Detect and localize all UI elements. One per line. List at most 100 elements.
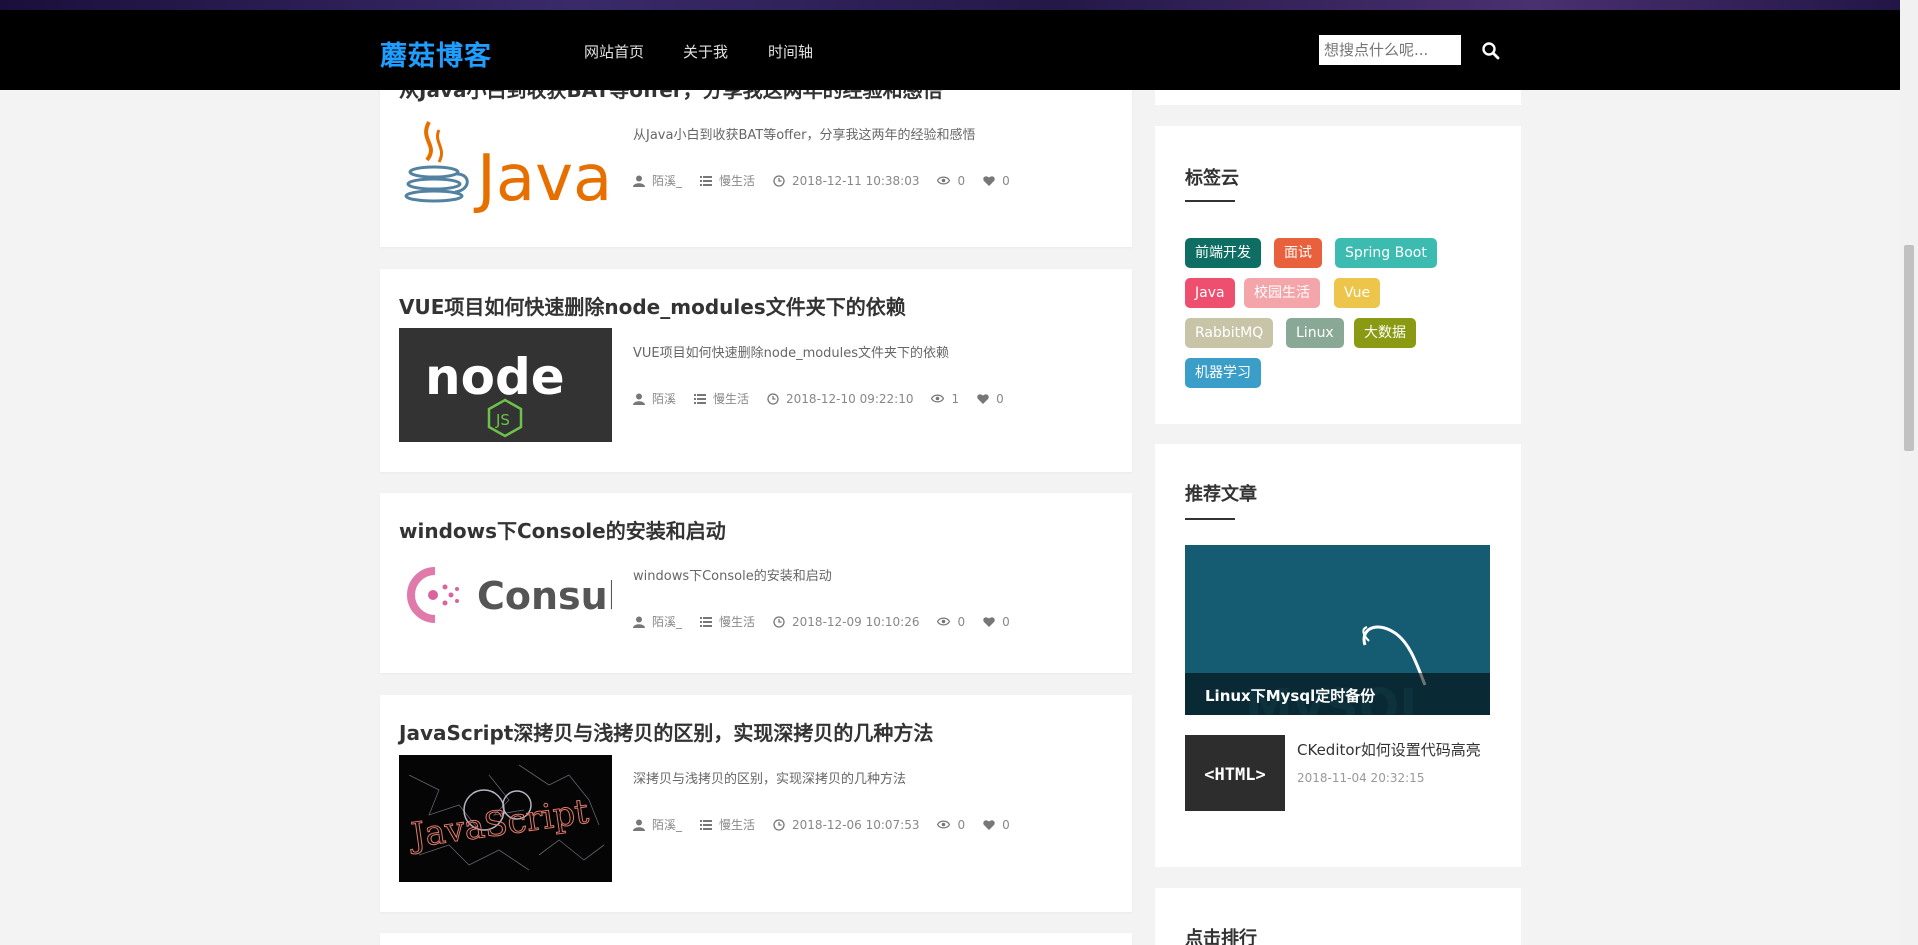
meta-category[interactable]: 慢生活 bbox=[700, 172, 755, 189]
article-meta: 陌溪_ 慢生活 2018-12-09 10:10:26 0 0 bbox=[633, 613, 1028, 630]
view-count: 1 bbox=[951, 391, 960, 406]
list-icon bbox=[700, 175, 713, 186]
nav-about[interactable]: 关于我 bbox=[683, 41, 728, 62]
node-wordmark: node bbox=[425, 348, 565, 406]
view-count: 0 bbox=[957, 173, 966, 188]
meta-views: 1 bbox=[931, 392, 959, 406]
tag-vue[interactable]: Vue bbox=[1334, 278, 1381, 308]
meta-category[interactable]: 慢生活 bbox=[694, 390, 749, 407]
meta-views: 0 bbox=[937, 615, 965, 629]
top-navbar: 蘑菇博客 网站首页 关于我 时间轴 bbox=[0, 10, 1900, 90]
meta-likes[interactable]: 0 bbox=[977, 392, 1004, 406]
category-name: 慢生活 bbox=[719, 615, 756, 629]
featured-article[interactable]: MySQL Linux下Mysql定时备份 bbox=[1185, 545, 1490, 715]
header-background-strip bbox=[0, 0, 1918, 10]
user-icon bbox=[633, 819, 645, 831]
author-name: 陌溪 bbox=[652, 392, 677, 406]
like-count: 0 bbox=[1002, 173, 1010, 188]
tag-machine-learning[interactable]: 机器学习 bbox=[1185, 358, 1261, 388]
title-underline bbox=[1185, 518, 1235, 520]
recommend-thumbnail[interactable]: <HTML> bbox=[1185, 735, 1285, 811]
clock-icon bbox=[773, 174, 785, 187]
tag-interview[interactable]: 面试 bbox=[1274, 238, 1322, 268]
article-card: VUE项目如何快速删除node_modules文件夹下的依赖 node JS V… bbox=[380, 269, 1132, 472]
tag-campus-life[interactable]: 校园生活 bbox=[1244, 278, 1320, 308]
clock-icon bbox=[767, 392, 779, 405]
view-count: 0 bbox=[957, 614, 966, 629]
view-count: 0 bbox=[957, 817, 966, 832]
eye-icon bbox=[931, 394, 945, 403]
meta-likes[interactable]: 0 bbox=[983, 615, 1010, 629]
meta-author[interactable]: 陌溪 bbox=[633, 390, 676, 407]
featured-article-title[interactable]: Linux下Mysql定时备份 bbox=[1205, 685, 1375, 706]
article-summary: 深拷贝与浅拷贝的区别，实现深拷贝的几种方法 bbox=[633, 772, 907, 787]
publish-date: 2018-12-11 10:38:03 bbox=[792, 173, 920, 188]
scrollbar-track[interactable] bbox=[1900, 0, 1918, 945]
java-wordmark: Java bbox=[473, 142, 612, 216]
site-logo[interactable]: 蘑菇博客 bbox=[380, 34, 492, 73]
title-underline bbox=[1185, 200, 1235, 202]
ranking-title: 点击排行 bbox=[1185, 928, 1257, 945]
meta-likes[interactable]: 0 bbox=[983, 818, 1010, 832]
recommend-item-title[interactable]: CKeditor如何设置代码高亮 bbox=[1297, 739, 1481, 760]
nodejs-logo-image: node JS bbox=[425, 348, 565, 438]
eye-icon bbox=[937, 820, 951, 829]
article-thumbnail[interactable]: Java bbox=[399, 110, 612, 225]
meta-date: 2018-12-10 09:22:10 bbox=[767, 392, 913, 406]
tag-rabbitmq[interactable]: RabbitMQ bbox=[1185, 318, 1274, 348]
publish-date: 2018-12-09 10:10:26 bbox=[792, 614, 920, 629]
meta-category[interactable]: 慢生活 bbox=[700, 816, 755, 833]
article-thumbnail[interactable]: JavaScript bbox=[399, 755, 612, 882]
svg-text:JS: JS bbox=[495, 411, 510, 429]
ranking-widget: 点击排行 bbox=[1155, 888, 1521, 945]
scrollbar-thumb[interactable] bbox=[1904, 245, 1914, 451]
meta-category[interactable]: 慢生活 bbox=[700, 613, 755, 630]
user-icon bbox=[633, 175, 645, 187]
tag-linux[interactable]: Linux bbox=[1286, 318, 1344, 348]
search-icon[interactable] bbox=[1481, 41, 1501, 61]
nav-timeline[interactable]: 时间轴 bbox=[768, 41, 813, 62]
article-card: JavaScript深拷贝与浅拷贝的区别，实现深拷贝的几种方法 JavaScri… bbox=[380, 695, 1132, 912]
search-input[interactable] bbox=[1319, 35, 1461, 65]
category-name: 慢生活 bbox=[719, 818, 756, 832]
article-thumbnail[interactable]: node JS bbox=[399, 328, 612, 442]
html-tag-image: <HTML> bbox=[1204, 765, 1265, 785]
like-count: 0 bbox=[996, 391, 1004, 406]
recommend-widget: 推荐文章 MySQL Linux下Mysql定时备份 <HTML> CKedit… bbox=[1155, 444, 1521, 867]
meta-views: 0 bbox=[937, 174, 965, 188]
tag-frontend[interactable]: 前端开发 bbox=[1185, 238, 1261, 268]
tag-java[interactable]: Java bbox=[1185, 278, 1235, 308]
consul-logo-image: Consul bbox=[407, 567, 612, 623]
tag-spring-boot[interactable]: Spring Boot bbox=[1335, 238, 1437, 268]
author-name: 陌溪_ bbox=[652, 818, 683, 832]
clock-icon bbox=[773, 615, 785, 628]
list-icon bbox=[700, 819, 713, 830]
article-meta: 陌溪 慢生活 2018-12-10 09:22:10 1 0 bbox=[633, 390, 1022, 407]
article-summary: 从Java小白到收获BAT等offer，分享我这两年的经验和感悟 bbox=[633, 128, 976, 143]
author-name: 陌溪_ bbox=[652, 174, 683, 188]
heart-icon bbox=[977, 394, 989, 404]
publish-date: 2018-12-10 09:22:10 bbox=[786, 391, 914, 406]
list-icon bbox=[700, 616, 713, 627]
article-title[interactable]: VUE项目如何快速删除node_modules文件夹下的依赖 bbox=[399, 291, 906, 320]
heart-icon bbox=[983, 176, 995, 186]
user-icon bbox=[633, 616, 645, 628]
publish-date: 2018-12-06 10:07:53 bbox=[792, 817, 920, 832]
javascript-art-image: JavaScript bbox=[405, 764, 605, 871]
meta-author[interactable]: 陌溪_ bbox=[633, 816, 682, 833]
eye-icon bbox=[937, 176, 951, 185]
tag-big-data[interactable]: 大数据 bbox=[1354, 318, 1416, 348]
author-name: 陌溪_ bbox=[652, 615, 683, 629]
article-thumbnail[interactable]: Consul bbox=[399, 557, 612, 631]
article-title[interactable]: windows下Console的安装和启动 bbox=[399, 515, 726, 544]
meta-likes[interactable]: 0 bbox=[983, 174, 1010, 188]
article-title[interactable]: JavaScript深拷贝与浅拷贝的区别，实现深拷贝的几种方法 bbox=[399, 717, 933, 746]
meta-author[interactable]: 陌溪_ bbox=[633, 613, 682, 630]
article-meta: 陌溪_ 慢生活 2018-12-06 10:07:53 0 0 bbox=[633, 816, 1028, 833]
heart-icon bbox=[983, 820, 995, 830]
article-summary: windows下Console的安装和启动 bbox=[633, 569, 832, 584]
meta-views: 0 bbox=[937, 818, 965, 832]
nav-home[interactable]: 网站首页 bbox=[584, 41, 644, 62]
meta-author[interactable]: 陌溪_ bbox=[633, 172, 682, 189]
tag-cloud-title: 标签云 bbox=[1185, 168, 1239, 189]
